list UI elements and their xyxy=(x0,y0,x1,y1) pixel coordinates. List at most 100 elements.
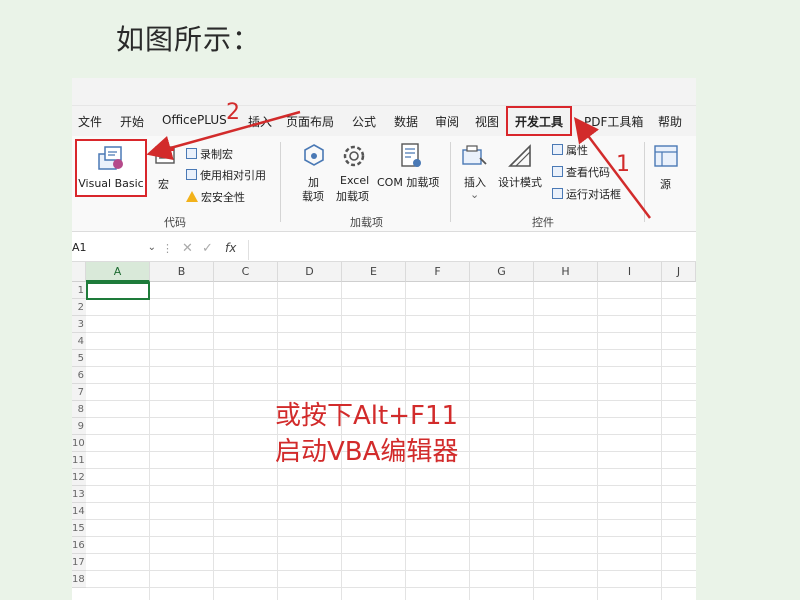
tab-view[interactable]: 视图 xyxy=(475,113,499,130)
step-number-2: 2 xyxy=(226,100,240,125)
insert-function-button[interactable]: fx xyxy=(225,241,236,255)
row-header-1[interactable]: 1 xyxy=(72,282,86,299)
formula-bar: A1 ⌄ ⋮ ✕ ✓ fx xyxy=(72,238,696,262)
ribbon-separator xyxy=(644,142,645,222)
row-header-9[interactable]: 9 xyxy=(72,418,86,435)
column-header-d[interactable]: D xyxy=(278,262,342,282)
tab-help[interactable]: 帮助 xyxy=(658,113,682,130)
row-header-11[interactable]: 11 xyxy=(72,452,86,469)
row-header-7[interactable]: 7 xyxy=(72,384,86,401)
column-header-f[interactable]: F xyxy=(406,262,470,282)
cancel-icon[interactable]: ✕ xyxy=(182,241,193,256)
active-cell-a1[interactable] xyxy=(86,282,150,300)
macro-icon xyxy=(155,146,175,164)
tab-officeplus[interactable]: OfficePLUS xyxy=(162,113,227,127)
column-header-b[interactable]: B xyxy=(150,262,214,282)
row-header-18[interactable]: 18 xyxy=(72,571,86,588)
excel-addins-gear-icon xyxy=(343,145,365,167)
tab-insert[interactable]: 插入 xyxy=(248,113,272,130)
excel-addins-label-2[interactable]: 加载项 xyxy=(336,188,369,204)
tab-data[interactable]: 数据 xyxy=(394,113,418,130)
visual-basic-label: Visual Basic xyxy=(78,177,144,190)
source-button[interactable]: 源 xyxy=(660,176,671,192)
confirm-icon[interactable]: ✓ xyxy=(202,241,213,256)
use-relative-reference-button[interactable]: 使用相对引用 xyxy=(186,167,266,183)
ribbon-tabs: 文件 开始 OfficePLUS 插入 页面布局 公式 数据 审阅 视图 开发工… xyxy=(72,106,696,136)
properties-label: 属性 xyxy=(566,144,588,157)
addins-label-2[interactable]: 载项 xyxy=(302,188,324,204)
select-all-corner[interactable] xyxy=(72,262,86,282)
tab-review[interactable]: 审阅 xyxy=(435,113,459,130)
relative-reference-icon xyxy=(186,169,197,180)
row-header-10[interactable]: 10 xyxy=(72,435,86,452)
row-header-17[interactable]: 17 xyxy=(72,554,86,571)
design-mode-button[interactable]: 设计模式 xyxy=(498,174,542,190)
page-caption: 如图所示： xyxy=(116,23,262,56)
developer-tab-highlight xyxy=(506,106,572,136)
group-label-code: 代码 xyxy=(164,216,186,229)
view-code-button[interactable]: 查看代码 xyxy=(552,164,610,180)
more-options-icon: ⋮ xyxy=(162,242,173,255)
view-code-icon xyxy=(552,166,563,177)
tab-formulas[interactable]: 公式 xyxy=(352,113,376,130)
row-header-6[interactable]: 6 xyxy=(72,367,86,384)
annotation-line-1: 或按下Alt+F11 xyxy=(275,401,459,431)
row-header-3[interactable]: 3 xyxy=(72,316,86,333)
row-header-12[interactable]: 12 xyxy=(72,469,86,486)
column-header-i[interactable]: I xyxy=(598,262,662,282)
macro-security-label: 宏安全性 xyxy=(201,191,245,204)
addins-icon xyxy=(304,144,324,166)
com-addins-button[interactable]: COM 加载项 xyxy=(377,174,439,190)
chevron-down-icon[interactable]: ⌄ xyxy=(148,242,156,253)
ribbon-separator xyxy=(450,142,451,222)
run-dialog-button[interactable]: 运行对话框 xyxy=(552,186,621,202)
annotation-line-2: 启动VBA编辑器 xyxy=(275,437,459,467)
name-box[interactable]: A1 ⌄ xyxy=(72,241,158,259)
tab-page-layout[interactable]: 页面布局 xyxy=(286,113,334,130)
row-header-16[interactable]: 16 xyxy=(72,537,86,554)
group-label-controls: 控件 xyxy=(532,216,554,229)
tab-pdf-tools[interactable]: PDF工具箱 xyxy=(584,113,643,130)
insert-controls-icon xyxy=(462,145,487,165)
design-mode-icon xyxy=(508,144,531,167)
row-header-4[interactable]: 4 xyxy=(72,333,86,350)
column-header-g[interactable]: G xyxy=(470,262,534,282)
instruction-annotation: 或按下Alt+F11 启动VBA编辑器 xyxy=(275,398,458,470)
view-code-label: 查看代码 xyxy=(566,166,610,179)
column-header-j[interactable]: J xyxy=(662,262,696,282)
row-header-5[interactable]: 5 xyxy=(72,350,86,367)
column-header-e[interactable]: E xyxy=(342,262,406,282)
run-dialog-label: 运行对话框 xyxy=(566,188,621,201)
macro-security-button[interactable]: 宏安全性 xyxy=(186,189,245,205)
column-header-h[interactable]: H xyxy=(534,262,598,282)
tab-home[interactable]: 开始 xyxy=(120,113,144,130)
row-header-13[interactable]: 13 xyxy=(72,486,86,503)
visual-basic-icon xyxy=(98,146,123,170)
tab-file[interactable]: 文件 xyxy=(78,113,102,130)
excel-addins-label-1[interactable]: Excel xyxy=(340,174,369,187)
title-bar xyxy=(72,78,696,106)
row-header-2[interactable]: 2 xyxy=(72,299,86,316)
column-header-c[interactable]: C xyxy=(214,262,278,282)
group-label-addins: 加载项 xyxy=(350,216,383,229)
row-header-8[interactable]: 8 xyxy=(72,401,86,418)
ribbon-separator xyxy=(280,142,281,222)
run-dialog-icon xyxy=(552,188,563,199)
excel-screenshot: 文件 开始 OfficePLUS 插入 页面布局 公式 数据 审阅 视图 开发工… xyxy=(72,78,696,600)
row-header-15[interactable]: 15 xyxy=(72,520,86,537)
row-header-14[interactable]: 14 xyxy=(72,503,86,520)
column-header-a[interactable]: A xyxy=(86,262,150,282)
visual-basic-button[interactable]: Visual Basic xyxy=(75,139,147,197)
name-box-value: A1 xyxy=(72,241,87,254)
warning-icon xyxy=(186,191,198,202)
record-macro-button[interactable]: 录制宏 xyxy=(186,146,233,162)
use-relative-label: 使用相对引用 xyxy=(200,169,266,182)
macro-button[interactable]: 宏 xyxy=(158,176,169,192)
xml-source-icon xyxy=(654,145,678,167)
record-macro-label: 录制宏 xyxy=(200,148,233,161)
cropped-top-text xyxy=(260,0,540,6)
formula-input[interactable] xyxy=(248,240,696,260)
ribbon: Visual Basic 宏 录制宏 使用相对引用 宏安全性 代码 加 载项 E… xyxy=(72,136,696,232)
properties-icon xyxy=(552,144,563,155)
properties-button[interactable]: 属性 xyxy=(552,142,588,158)
